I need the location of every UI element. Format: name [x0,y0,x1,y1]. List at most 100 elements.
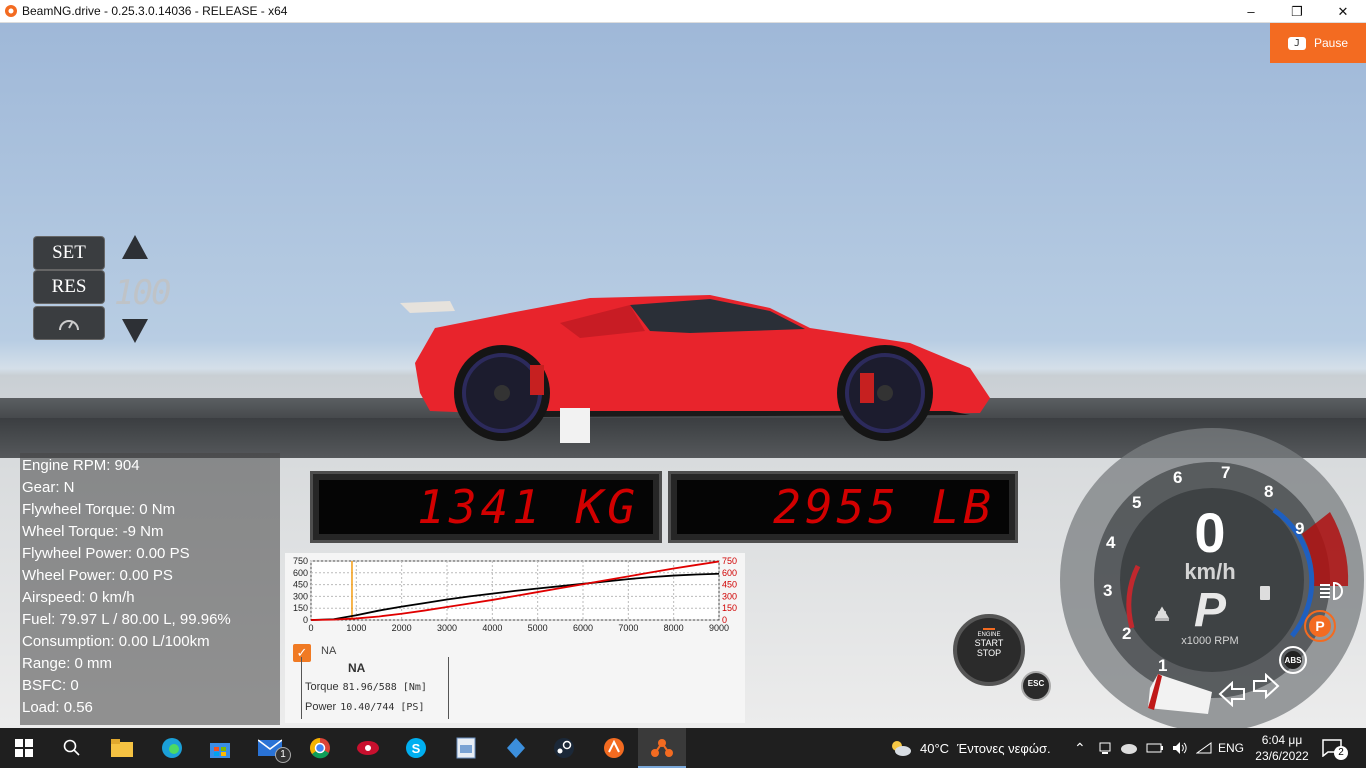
cruise-set-button[interactable]: SET [34,237,104,269]
weight-lb-readout: 2955 LB [677,480,1009,534]
stat-line: Wheel Power: 0.00 PS [22,567,173,584]
x-tick: 8000 [664,623,684,633]
steam-icon[interactable] [550,734,578,762]
beamng-logo-icon [5,5,17,17]
cruise-control-panel: SET RES 100 [34,233,174,348]
search-icon[interactable] [58,734,86,762]
app-red-icon[interactable] [354,734,382,762]
rpm-tick-5: 5 [1132,493,1142,512]
rpm-tick-8: 8 [1264,482,1274,501]
rpm-tick-9: 9 [1295,519,1305,538]
beamng-taskbar-icon [651,739,673,757]
app-orange-icon[interactable] [600,734,628,762]
cruise-toggle-button[interactable] [34,307,104,339]
windows-logo-icon [15,739,33,757]
right-turn-signal-icon [1253,673,1280,699]
game-viewport[interactable]: J Pause SET RES 100 1341 KG 2955 LB Engi… [0,23,1366,728]
close-button[interactable]: ✕ [1320,0,1366,23]
volume-icon[interactable] [1172,741,1188,755]
y-tick-right: 450 [722,580,737,590]
store-icon[interactable] [206,734,234,762]
weather-text: Έντονες νεφώσ. [957,740,1051,756]
gear-indicator: P [1193,584,1226,637]
stop-label: STOP [976,648,1002,658]
stat-line: Load: 0.56 [22,699,93,716]
stat-line: Engine RPM: 904 [22,457,140,474]
y-tick-left: 150 [293,603,308,613]
photos-icon[interactable] [452,734,480,762]
weight-kg-readout: 1341 KG [319,480,653,534]
onedrive-icon[interactable] [1120,741,1138,755]
mail-badge: 1 [275,747,291,763]
x-tick: 5000 [528,623,548,633]
tray-overflow-icon[interactable]: ⌃ [1074,728,1086,768]
abs-icon: ABS [1279,646,1307,674]
pause-label: Pause [1314,36,1349,50]
cruise-speed-display: 100 [114,273,171,313]
notification-center-button[interactable]: 2 [1322,728,1348,768]
taskbar-active-app[interactable] [638,728,686,768]
edge-icon[interactable] [158,734,186,762]
file-explorer-icon[interactable] [108,734,136,762]
rpm-tick-6: 6 [1173,468,1183,487]
start-button[interactable] [10,734,38,762]
weather-widget[interactable]: 40°C Έντονες νεφώσ. [890,728,1051,768]
x-tick: 7000 [618,623,638,633]
restore-button[interactable]: ❐ [1274,0,1320,23]
stat-line: Fuel: 79.97 L / 80.00 L, 99.96% [22,611,231,628]
torque-power-chart: 015030045060075001503004506007500 1000 200… [293,556,737,633]
language-indicator[interactable]: ENG [1218,728,1244,768]
chrome-icon[interactable] [306,734,334,762]
x-tick: 0 [308,623,313,633]
weight-display-lb: 2955 LB [668,471,1018,543]
pause-key-hint: J [1287,36,1306,50]
power-label: Power [305,701,337,713]
cruise-up-arrow-icon[interactable] [122,235,148,259]
stat-line: Flywheel Torque: 0 Nm [22,501,176,518]
engine-values-table: NA Torque 81.96/588 [Nm] Power 10.40/744 [… [301,657,449,719]
cruise-down-arrow-icon[interactable] [122,319,148,343]
stat-line: Range: 0 mm [22,655,113,672]
power-row: Power 10.40/744 [PS] [305,701,424,713]
headlight-icon [1320,581,1343,601]
weather-temp: 40°C [920,740,950,756]
stat-line: Wheel Torque: -9 Nm [22,523,164,540]
tray-icons [1098,728,1212,768]
stat-line: Airspeed: 0 km/h [22,589,135,606]
esc-button[interactable]: ESC [1021,671,1051,701]
rpm-tick-7: 7 [1221,463,1231,482]
clock[interactable]: 6:04 μμ 23/6/2022 [1252,728,1312,768]
windows-taskbar: 1 S 40°C Έντονες νεφώσ. ⌃ ENG 6:04 μμ 23… [0,728,1366,768]
weight-display-kg: 1341 KG [310,471,662,543]
app-blue-icon[interactable] [502,734,530,762]
cruise-res-button[interactable]: RES [34,271,104,303]
x-tick: 2000 [392,623,412,633]
network-icon[interactable] [1098,741,1112,755]
parking-brake-icon: P [1304,610,1336,642]
start-label: START [974,638,1004,648]
battery-icon[interactable] [1146,741,1164,755]
vehicle-stats-panel: Engine RPM: 904 Gear: N Flywheel Torque: 0… [20,453,280,725]
svg-text:S: S [412,741,421,756]
torque-value: 81.96/588 [Nm] [342,682,427,693]
minimize-button[interactable]: – [1228,0,1274,23]
speedometer-icon [59,320,79,331]
y-tick-right: 750 [722,556,737,566]
fuel-icon [1260,586,1270,600]
pause-button[interactable]: J Pause [1270,23,1366,63]
y-tick-left: 750 [293,556,308,566]
y-tick-left: 300 [293,591,308,601]
speed-readout: 0 [1194,501,1226,564]
stat-line: Flywheel Power: 0.00 PS [22,545,190,562]
x-tick: 1000 [346,623,366,633]
engine-start-stop-button[interactable]: ENGINE START STOP [953,614,1025,686]
wifi-icon[interactable] [1196,741,1212,755]
power-value: 10.40/744 [PS] [340,702,425,713]
torque-label: Torque [305,681,339,693]
skype-icon[interactable]: S [402,734,430,762]
cloudy-weather-icon [892,741,911,756]
rpm-tick-3: 3 [1103,581,1113,600]
stat-line: BSFC: 0 [22,677,79,694]
engine-chart-panel: 0 150 300 450 600 750 0 150 300 450 600 750 0 1000 200… [285,553,745,723]
svg-text:P: P [1315,618,1324,634]
